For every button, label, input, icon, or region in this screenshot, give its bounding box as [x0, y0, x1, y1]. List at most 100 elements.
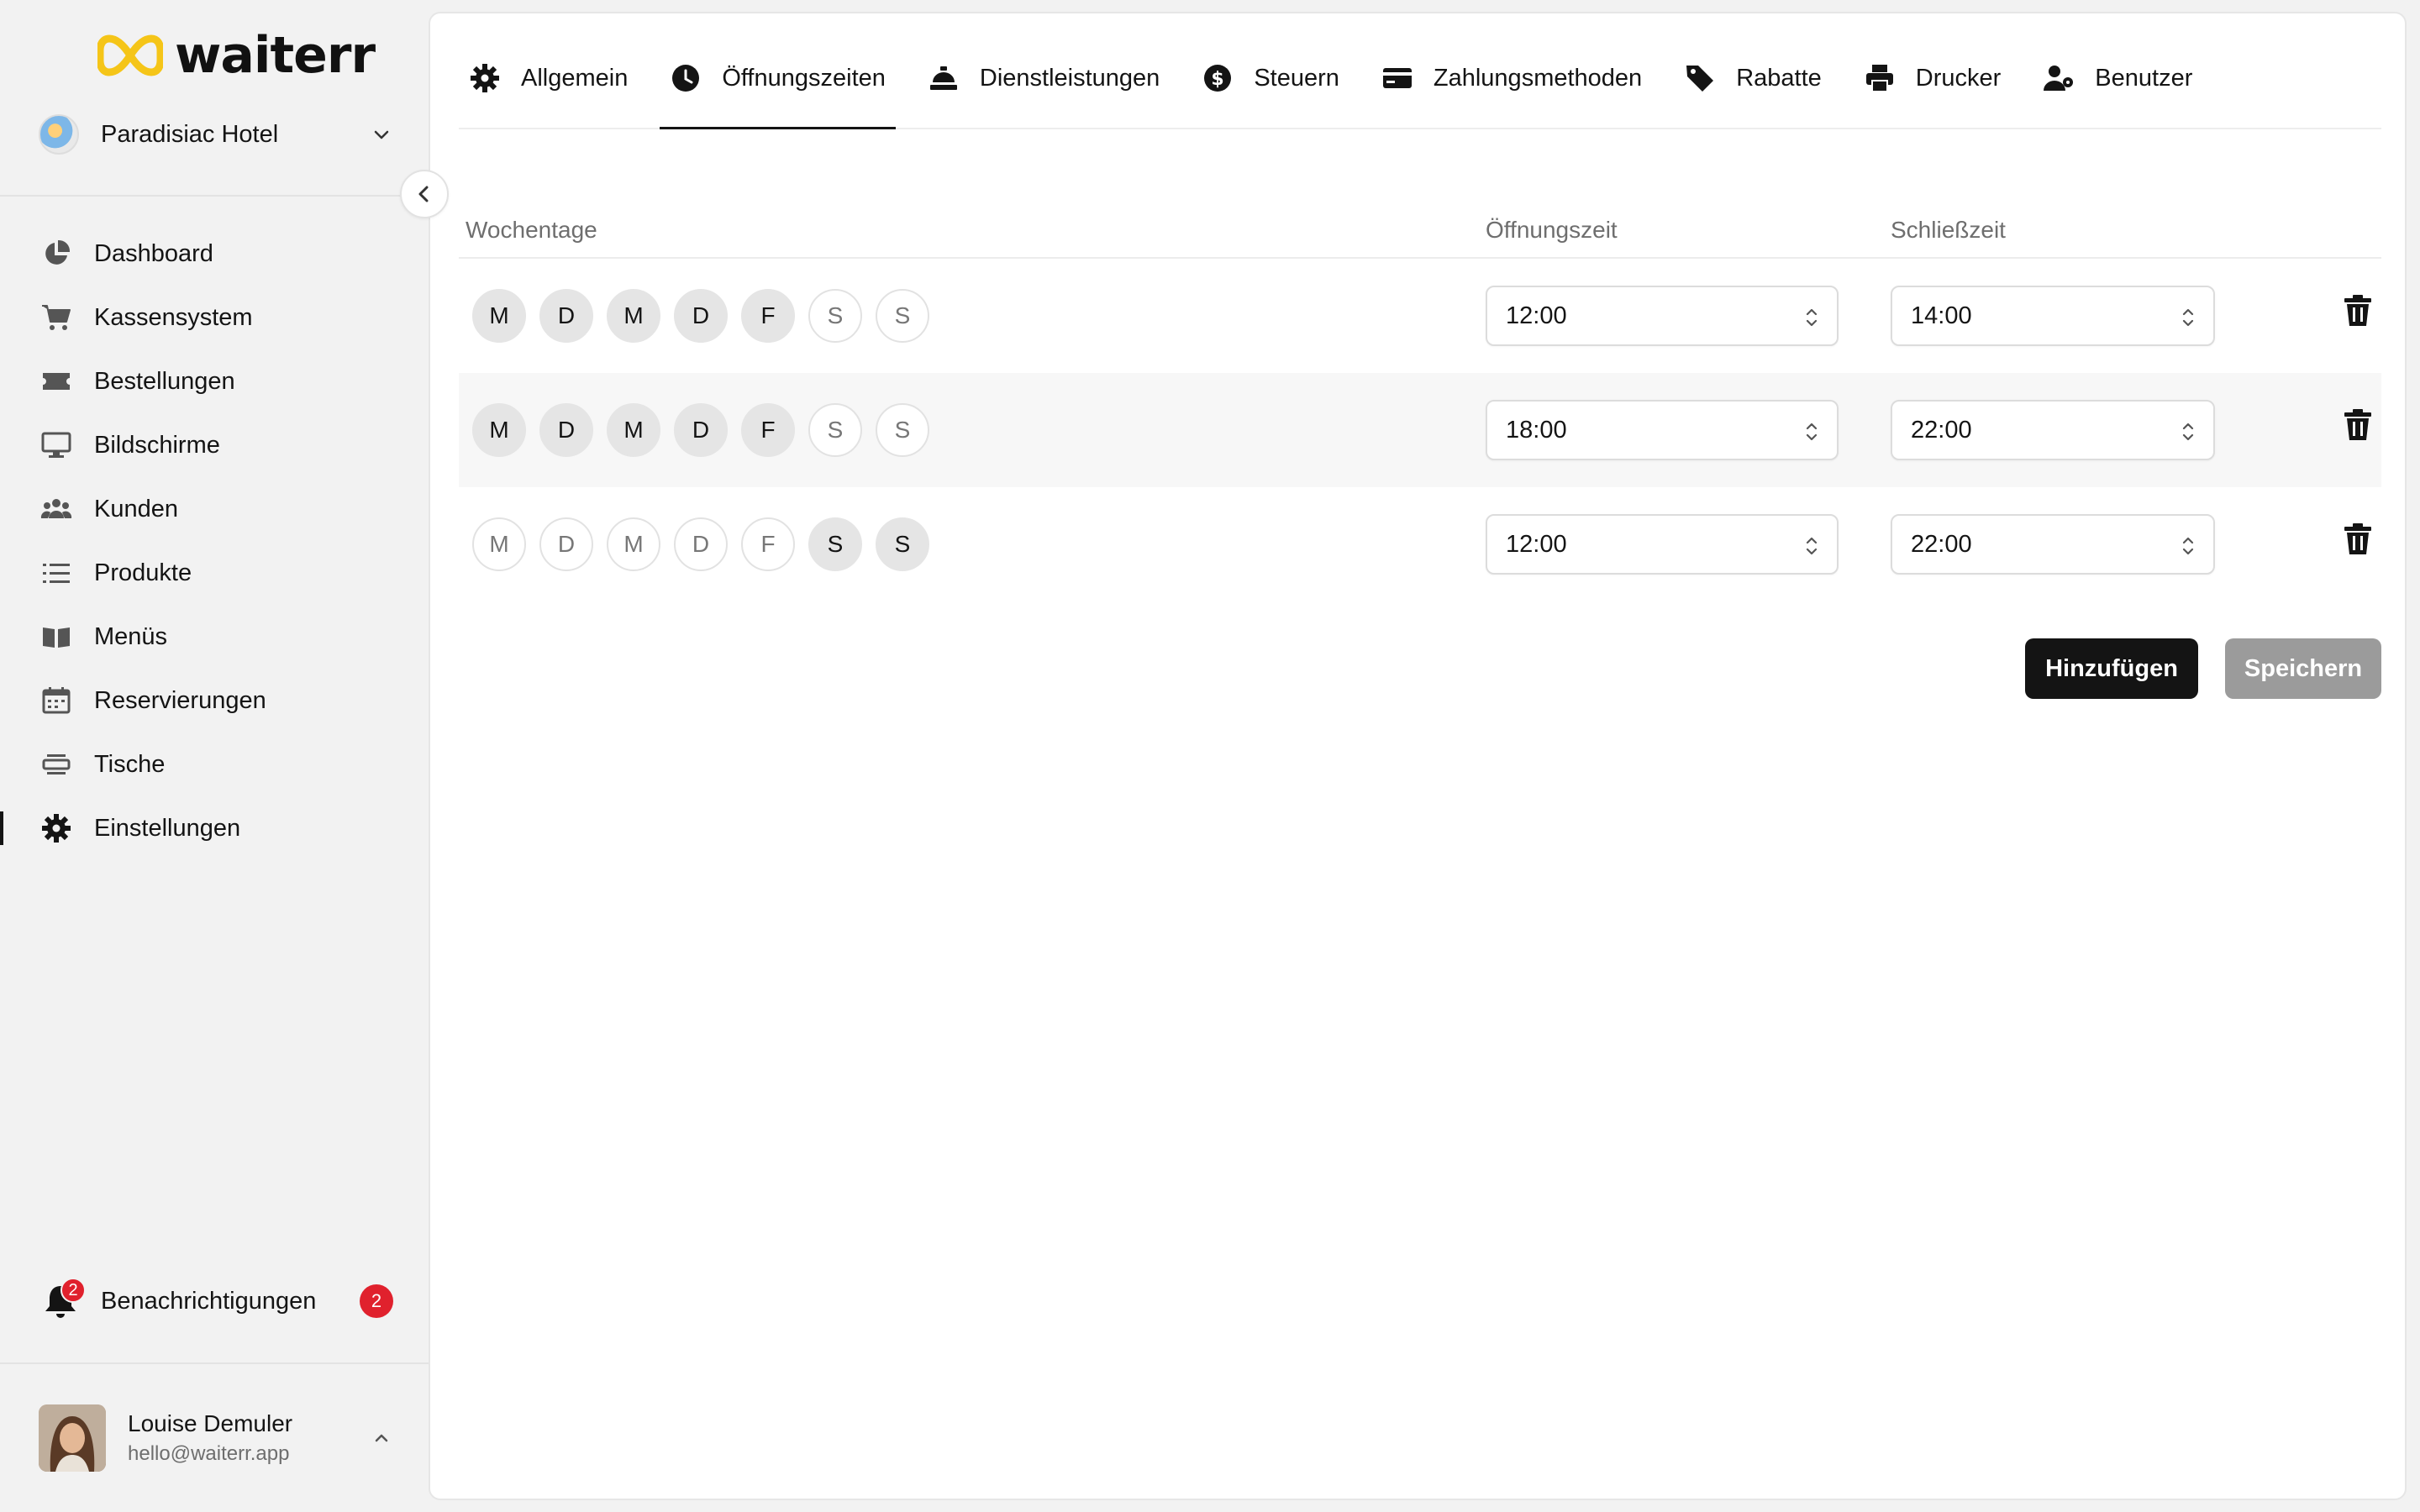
sidebar-item-kunden[interactable]: Kunden	[0, 477, 429, 541]
sidebar-item-einstellungen[interactable]: Einstellungen	[0, 796, 429, 860]
weekday-picker: M D M D F S S	[472, 517, 943, 571]
bell-icon: 2	[40, 1278, 86, 1321]
sidebar-item-label: Bestellungen	[94, 367, 235, 395]
venue-avatar	[39, 114, 79, 155]
tab-label: Allgemein	[521, 64, 629, 92]
sidebar-item-reservierungen[interactable]: Reservierungen	[0, 669, 429, 732]
collapse-sidebar-button[interactable]	[400, 170, 449, 218]
tab-zahlungsmethoden[interactable]: Zahlungsmethoden	[1371, 29, 1652, 128]
chevron-left-icon	[418, 186, 429, 202]
monitor-icon	[41, 432, 71, 458]
open-time-input[interactable]: 18:00	[1486, 400, 1839, 460]
tab-steuern[interactable]: $ Steuern	[1192, 29, 1349, 128]
sidebar-item-produkte[interactable]: Produkte	[0, 541, 429, 605]
sidebar-item-label: Einstellungen	[94, 814, 241, 842]
close-time-value: 22:00	[1911, 530, 1972, 558]
day-toggle-saturday[interactable]: S	[808, 289, 862, 343]
day-toggle-friday[interactable]: F	[741, 403, 795, 457]
trash-icon[interactable]	[2343, 408, 2373, 442]
stepper-arrows-icon[interactable]	[1803, 306, 1820, 329]
day-toggle-sunday[interactable]: S	[876, 517, 929, 571]
sidebar-item-kassensystem[interactable]: Kassensystem	[0, 286, 429, 349]
day-toggle-sunday[interactable]: S	[876, 289, 929, 343]
day-toggle-wednesday[interactable]: M	[607, 517, 660, 571]
day-toggle-tuesday[interactable]: D	[539, 517, 593, 571]
column-header-close: Schließzeit	[1891, 217, 2006, 243]
day-toggle-saturday[interactable]: S	[808, 403, 862, 457]
column-header-open: Öffnungszeit	[1486, 217, 1618, 243]
sidebar-item-dashboard[interactable]: Dashboard	[0, 222, 429, 286]
tab-label: Drucker	[1915, 64, 2002, 92]
day-toggle-monday[interactable]: M	[472, 403, 526, 457]
sidebar-item-label: Produkte	[94, 559, 192, 586]
close-time-value: 14:00	[1911, 302, 1972, 329]
user-menu[interactable]: Louise Demuler hello@waiterr.app	[39, 1403, 393, 1473]
column-header-weekdays: Wochentage	[466, 217, 597, 243]
day-toggle-thursday[interactable]: D	[674, 403, 728, 457]
open-time-input[interactable]: 12:00	[1486, 286, 1839, 346]
svg-text:$: $	[1212, 69, 1224, 90]
sidebar-item-menus[interactable]: Menüs	[0, 605, 429, 669]
brand-logo[interactable]: waiterr	[97, 30, 376, 81]
day-toggle-wednesday[interactable]: M	[607, 289, 660, 343]
tab-rabatte[interactable]: Rabatte	[1674, 29, 1832, 128]
list-icon	[43, 564, 70, 583]
sidebar-item-tische[interactable]: Tische	[0, 732, 429, 796]
day-toggle-monday[interactable]: M	[472, 517, 526, 571]
day-toggle-monday[interactable]: M	[472, 289, 526, 343]
table-icon	[42, 754, 71, 774]
add-button[interactable]: Hinzufügen	[2025, 638, 2198, 699]
open-time-input[interactable]: 12:00	[1486, 514, 1839, 575]
trash-icon[interactable]	[2343, 294, 2373, 328]
day-toggle-thursday[interactable]: D	[674, 289, 728, 343]
day-toggle-tuesday[interactable]: D	[539, 403, 593, 457]
trash-icon[interactable]	[2343, 522, 2373, 556]
tab-allgemein[interactable]: Allgemein	[459, 29, 638, 128]
table-header: Wochentage Öffnungszeit Schließzeit	[459, 200, 2381, 259]
venue-name: Paradisiac Hotel	[101, 120, 279, 148]
notification-count-badge: 2	[360, 1284, 393, 1318]
day-toggle-sunday[interactable]: S	[876, 403, 929, 457]
table-row: M D M D F S S 12:00 22:00	[459, 487, 2381, 601]
stepper-arrows-icon[interactable]	[1803, 534, 1820, 558]
table-row: M D M D F S S 18:00 22:00	[459, 373, 2381, 487]
sidebar-item-label: Dashboard	[94, 239, 213, 267]
close-time-input[interactable]: 22:00	[1891, 400, 2215, 460]
credit-card-icon	[1382, 68, 1412, 88]
close-time-input[interactable]: 22:00	[1891, 514, 2215, 575]
stepper-arrows-icon[interactable]	[2180, 420, 2196, 444]
sidebar-item-label: Bildschirme	[94, 431, 220, 459]
tab-benutzer[interactable]: Benutzer	[2033, 29, 2202, 128]
day-toggle-friday[interactable]: F	[741, 517, 795, 571]
user-name: Louise Demuler	[128, 1410, 293, 1436]
tab-drucker[interactable]: Drucker	[1854, 29, 2012, 128]
day-toggle-wednesday[interactable]: M	[607, 403, 660, 457]
sidebar-item-label: Kassensystem	[94, 303, 253, 331]
sidebar-item-label: Kunden	[94, 495, 178, 522]
book-icon	[43, 627, 70, 648]
tag-icon	[1686, 66, 1714, 92]
waiterr-logo-icon	[97, 34, 163, 76]
avatar	[39, 1404, 106, 1472]
day-toggle-tuesday[interactable]: D	[539, 289, 593, 343]
close-time-input[interactable]: 14:00	[1891, 286, 2215, 346]
stepper-arrows-icon[interactable]	[2180, 534, 2196, 558]
day-toggle-friday[interactable]: F	[741, 289, 795, 343]
sidebar-item-bildschirme[interactable]: Bildschirme	[0, 413, 429, 477]
open-time-value: 12:00	[1506, 530, 1567, 558]
stepper-arrows-icon[interactable]	[2180, 306, 2196, 329]
tab-oeffnungszeiten[interactable]: Öffnungszeiten	[660, 29, 896, 129]
settings-tabs: Allgemein Öffnungszeiten Dienstleistunge…	[459, 29, 2381, 129]
users-icon	[40, 499, 72, 518]
stepper-arrows-icon[interactable]	[1803, 420, 1820, 444]
save-button[interactable]: Speichern	[2225, 638, 2381, 699]
gear-icon	[471, 64, 499, 92]
sidebar-item-bestellungen[interactable]: Bestellungen	[0, 349, 429, 413]
notifications-link[interactable]: 2 Benachrichtigungen 2	[40, 1275, 393, 1327]
venue-selector[interactable]: Paradisiac Hotel	[39, 113, 393, 156]
tab-label: Rabatte	[1736, 64, 1822, 92]
sidebar-item-label: Reservierungen	[94, 686, 266, 714]
day-toggle-thursday[interactable]: D	[674, 517, 728, 571]
day-toggle-saturday[interactable]: S	[808, 517, 862, 571]
tab-dienstleistungen[interactable]: Dienstleistungen	[918, 29, 1170, 128]
